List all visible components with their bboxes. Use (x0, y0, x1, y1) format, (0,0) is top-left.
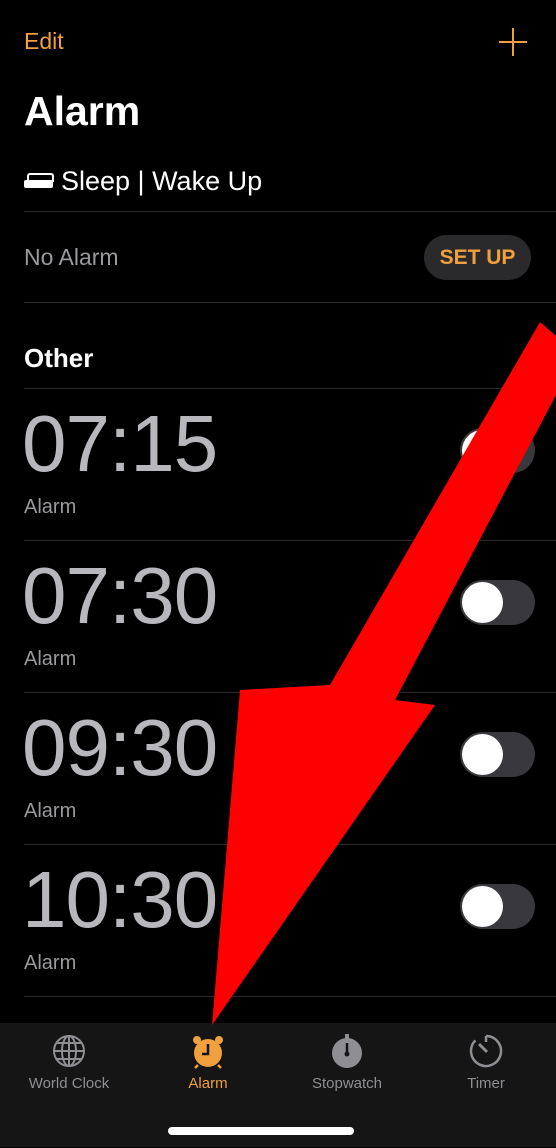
page-title: Alarm (24, 88, 141, 134)
tab-label: Alarm (188, 1075, 228, 1092)
other-heading: Other (24, 343, 94, 373)
set-up-button[interactable]: SET UP (424, 235, 531, 280)
alarm-label: Alarm (24, 800, 77, 822)
sleep-wake-header: Sleep | Wake Up (24, 166, 262, 197)
alarm-toggle[interactable] (460, 428, 535, 473)
toggle-knob (462, 734, 503, 775)
toggle-knob (462, 886, 503, 927)
divider (24, 211, 556, 212)
stopwatch-icon (332, 1034, 362, 1068)
sleep-status: No Alarm (24, 244, 119, 270)
tab-stopwatch[interactable]: Stopwatch (287, 1033, 407, 1092)
timer-icon (469, 1034, 503, 1068)
home-indicator[interactable] (168, 1127, 354, 1135)
alarm-row[interactable]: 07:30 Alarm (0, 540, 556, 692)
tab-timer[interactable]: Timer (426, 1033, 546, 1092)
plus-icon[interactable] (498, 28, 528, 58)
alarm-label: Alarm (24, 648, 77, 670)
toggle-knob (462, 430, 503, 471)
alarm-row[interactable]: 09:30 Alarm (0, 692, 556, 844)
bed-icon (24, 172, 54, 191)
tab-label: Stopwatch (311, 1075, 383, 1092)
alarm-time: 09:30 (22, 703, 218, 792)
alarm-time: 07:15 (22, 399, 218, 488)
alarm-label: Alarm (24, 496, 77, 518)
tab-label: Timer (467, 1075, 505, 1092)
sleep-title: Sleep | Wake Up (61, 166, 263, 196)
edit-button[interactable]: Edit (24, 28, 64, 55)
alarm-time: 07:30 (22, 551, 218, 640)
alarm-toggle[interactable] (460, 580, 535, 625)
alarm-toggle[interactable] (460, 884, 535, 929)
alarm-time: 10:30 (22, 855, 218, 944)
tab-world-clock[interactable]: World Clock (9, 1033, 129, 1092)
alarm-label: Alarm (24, 952, 77, 974)
tab-label: World Clock (28, 1075, 110, 1092)
alarm-row[interactable]: 10:30 Alarm (0, 844, 556, 996)
globe-icon (53, 1035, 85, 1067)
divider (24, 302, 556, 303)
tab-alarm[interactable]: Alarm (148, 1033, 268, 1092)
alarm-clock-icon (193, 1036, 223, 1069)
alarm-row[interactable]: 07:15 Alarm (0, 388, 556, 540)
alarm-toggle[interactable] (460, 732, 535, 777)
toggle-knob (462, 582, 503, 623)
